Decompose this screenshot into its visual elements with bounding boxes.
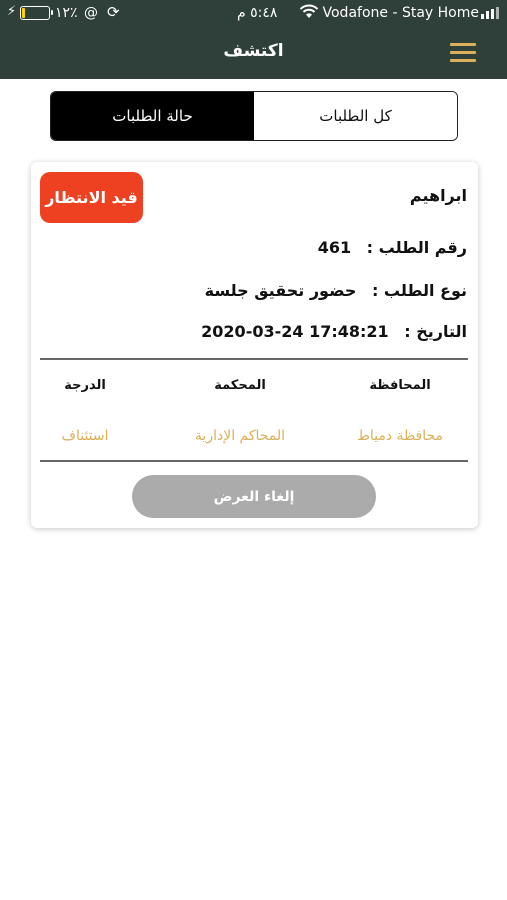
page-title: اكتشف: [223, 41, 284, 61]
date-row: التاريخ : 2020-03-24 17:48:21: [201, 322, 467, 341]
battery-percent: ٪١٢: [55, 5, 78, 21]
hamburger-menu-icon[interactable]: [450, 42, 476, 62]
client-name: ابراهيم: [409, 186, 467, 205]
status-bar: Vodafone - Stay Home ٥:٤٨ م ⟳ @ ٪١٢ ⚡: [0, 0, 507, 28]
degree-header: الدرجة: [64, 378, 106, 393]
request-number-row: رقم الطلب : 461: [318, 238, 467, 257]
carrier-name: Vodafone - Stay Home: [322, 5, 480, 21]
battery-fill: [22, 8, 25, 18]
divider: [40, 460, 468, 462]
degree-value: استئناف: [61, 428, 109, 444]
request-card: قيد الانتظار ابراهيم رقم الطلب : 461 نوع…: [31, 162, 478, 528]
court-header: المحكمة: [214, 378, 266, 393]
request-type-label: نوع الطلب :: [371, 281, 467, 300]
segmented-tabs: حالة الطلبات كل الطلبات: [50, 91, 458, 141]
cancel-offer-button[interactable]: إلغاء العرض: [132, 475, 376, 518]
date-value: 2020-03-24 17:48:21: [201, 322, 389, 341]
tab-all-requests[interactable]: كل الطلبات: [254, 92, 457, 140]
court-value: المحاكم الإدارية: [194, 428, 286, 444]
request-type-row: نوع الطلب : حضور تحقيق جلسة: [205, 281, 467, 300]
at-icon: @: [84, 5, 98, 21]
sync-icon: ⟳: [107, 3, 120, 21]
app-header: Vodafone - Stay Home ٥:٤٨ م ⟳ @ ٪١٢ ⚡ اك…: [0, 0, 507, 79]
divider: [40, 358, 468, 360]
governorate-header: المحافظة: [369, 378, 431, 393]
battery-icon: [20, 6, 53, 20]
status-badge: قيد الانتظار: [40, 172, 143, 223]
request-number-label: رقم الطلب :: [366, 238, 467, 257]
request-number-value: 461: [317, 238, 352, 257]
tab-request-status[interactable]: حالة الطلبات: [51, 92, 254, 140]
clock: ٥:٤٨ م: [237, 5, 278, 21]
governorate-value: محافظة دمياط: [356, 428, 444, 444]
date-label: التاريخ :: [404, 322, 467, 341]
charging-bolt-icon: ⚡: [7, 4, 17, 19]
signal-icon: [481, 7, 499, 23]
request-type-value: حضور تحقيق جلسة: [204, 281, 357, 300]
wifi-icon: [299, 4, 319, 23]
